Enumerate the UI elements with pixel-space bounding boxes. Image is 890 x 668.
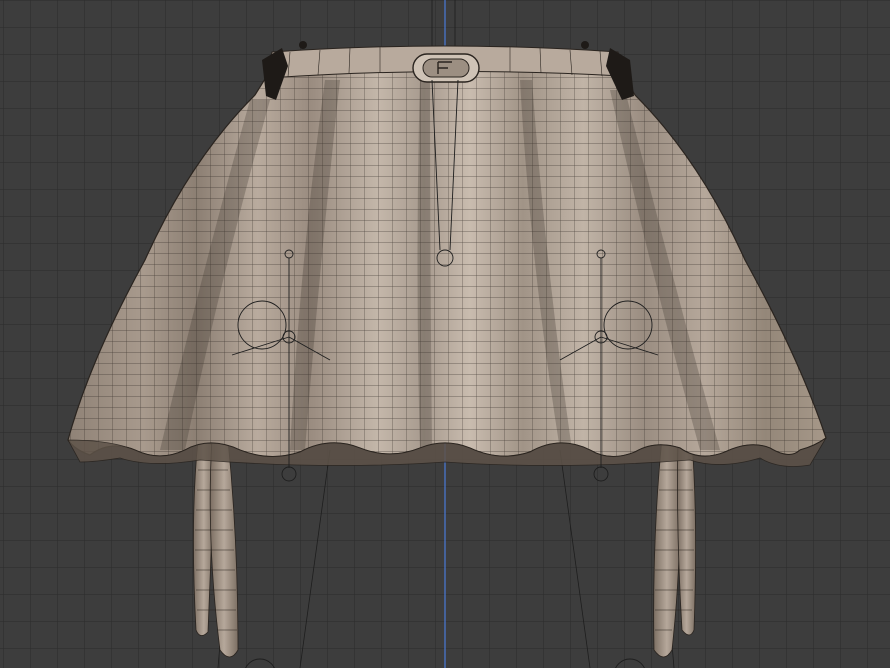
3d-viewport[interactable]	[0, 0, 890, 668]
belt-buckle[interactable]	[412, 53, 480, 83]
right-strap[interactable]	[653, 437, 696, 658]
